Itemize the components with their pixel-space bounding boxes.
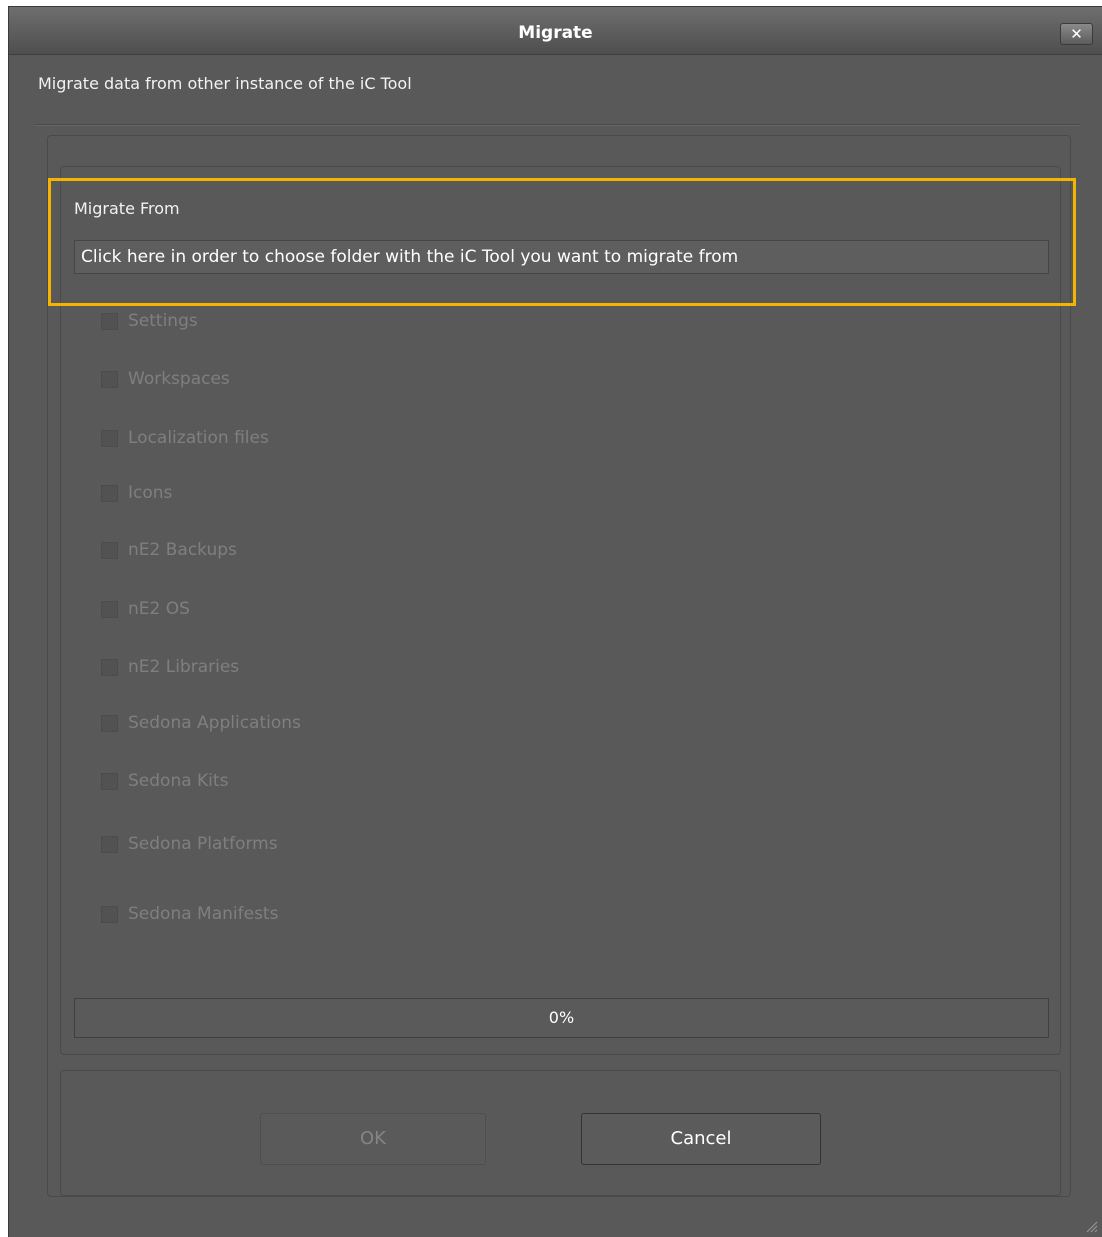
option-label: nE2 OS bbox=[128, 599, 190, 619]
localization-files-checkbox bbox=[101, 429, 118, 447]
ne2-os-checkbox bbox=[101, 600, 118, 618]
option-ne2-libraries: nE2 Libraries bbox=[101, 657, 239, 677]
progress-label: 0% bbox=[548, 1008, 575, 1027]
close-icon: ✕ bbox=[1070, 25, 1083, 43]
option-sedona-applications: Sedona Applications bbox=[101, 713, 301, 733]
migrate-from-highlight bbox=[48, 178, 1076, 306]
sedona-platforms-checkbox bbox=[101, 835, 118, 853]
option-sedona-kits: Sedona Kits bbox=[101, 771, 228, 791]
option-label: Sedona Applications bbox=[128, 713, 301, 733]
option-ne2-os: nE2 OS bbox=[101, 599, 190, 619]
settings-checkbox bbox=[101, 312, 118, 330]
option-label: Icons bbox=[128, 483, 173, 503]
ne2-libraries-checkbox bbox=[101, 658, 118, 676]
option-label: nE2 Backups bbox=[128, 540, 237, 560]
option-localization-files: Localization files bbox=[101, 428, 269, 448]
resize-grip-icon[interactable] bbox=[1084, 1219, 1098, 1233]
option-label: Sedona Kits bbox=[128, 771, 229, 791]
dialog-subtitle: Migrate data from other instance of the … bbox=[38, 74, 412, 93]
option-label: Localization files bbox=[128, 428, 269, 448]
option-settings: Settings bbox=[101, 311, 198, 331]
migration-progress-bar: 0% bbox=[74, 998, 1049, 1038]
title-bar[interactable]: Migrate ✕ bbox=[9, 7, 1102, 55]
sedona-manifests-checkbox bbox=[101, 905, 118, 923]
divider bbox=[36, 124, 1080, 126]
option-sedona-manifests: Sedona Manifests bbox=[101, 904, 278, 924]
option-workspaces: Workspaces bbox=[101, 369, 230, 389]
option-label: Settings bbox=[128, 311, 198, 331]
workspaces-checkbox bbox=[101, 370, 118, 388]
option-sedona-platforms: Sedona Platforms bbox=[101, 834, 278, 854]
button-group bbox=[60, 1070, 1061, 1196]
option-icons: Icons bbox=[101, 483, 172, 503]
sedona-kits-checkbox bbox=[101, 772, 118, 790]
option-ne2-backups: nE2 Backups bbox=[101, 540, 237, 560]
option-label: Workspaces bbox=[128, 369, 230, 389]
close-button[interactable]: ✕ bbox=[1060, 23, 1093, 45]
ne2-backups-checkbox bbox=[101, 541, 118, 559]
option-label: Sedona Manifests bbox=[128, 904, 279, 924]
ok-button[interactable]: OK bbox=[260, 1113, 486, 1165]
dialog-title: Migrate bbox=[518, 23, 593, 43]
option-label: Sedona Platforms bbox=[128, 834, 278, 854]
sedona-applications-checkbox bbox=[101, 714, 118, 732]
cancel-button[interactable]: Cancel bbox=[581, 1113, 821, 1165]
option-label: nE2 Libraries bbox=[128, 657, 240, 677]
icons-checkbox bbox=[101, 484, 118, 502]
